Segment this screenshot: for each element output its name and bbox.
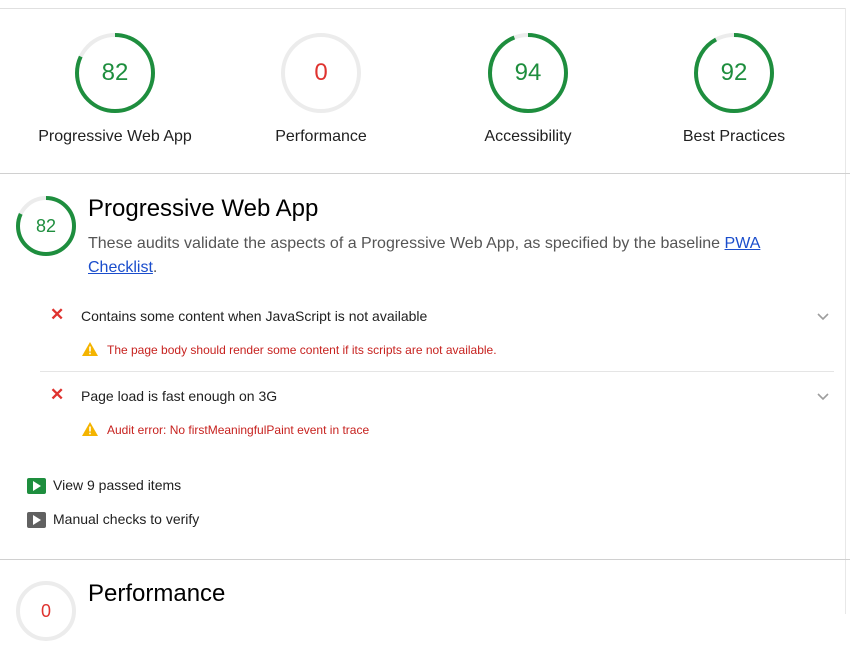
play-icon (27, 478, 46, 495)
audit-item[interactable]: ✕ Contains some content when JavaScript … (40, 305, 834, 365)
top-border (0, 8, 845, 9)
gauge-score: 0 (314, 59, 328, 86)
audit-warning-text: Audit error: No firstMeaningfulPaint eve… (107, 423, 370, 437)
play-icon (27, 512, 46, 529)
passed-items-label: View 9 passed items (53, 477, 182, 493)
gauge-score: 92 (720, 59, 748, 86)
manual-checks-label: Manual checks to verify (53, 511, 200, 527)
gauge-ring: 94 (487, 32, 569, 114)
section-divider (0, 173, 850, 174)
summary-gauge-accessibility[interactable]: 94 Accessibility (438, 32, 618, 146)
summary-gauge-performance[interactable]: 0 Performance (231, 32, 411, 146)
description-text: These audits validate the aspects of a P… (88, 235, 725, 252)
performance-category-title: Performance (88, 580, 226, 607)
chevron-down-icon[interactable] (816, 390, 830, 404)
gauge-score: 82 (101, 59, 129, 86)
right-border (845, 8, 846, 614)
summary-gauge-pwa[interactable]: 82 Progressive Web App (25, 32, 205, 146)
description-end: . (152, 259, 158, 276)
gauge-ring: 82 (74, 32, 156, 114)
warning-icon (82, 422, 98, 436)
gauge-ring: 0 (280, 32, 362, 114)
pwa-category-score: 82 (35, 216, 57, 236)
audit-separator (40, 371, 834, 372)
audit-item[interactable]: ✕ Page load is fast enough on 3G Audit e… (40, 385, 834, 445)
audit-title: Contains some content when JavaScript is… (81, 308, 428, 324)
fail-x-icon: ✕ (50, 305, 65, 324)
passed-items-toggle[interactable]: View 9 passed items (27, 477, 182, 495)
gauge-label: Progressive Web App (38, 128, 192, 145)
gauge-label: Performance (275, 128, 367, 145)
warning-icon (82, 342, 98, 356)
link-text-1: PWA (724, 235, 761, 252)
fail-x-icon: ✕ (50, 385, 65, 404)
link-text-2: Checklist (88, 259, 153, 276)
audit-title: Page load is fast enough on 3G (81, 388, 278, 404)
pwa-category-description: These audits validate the aspects of a P… (88, 232, 808, 280)
gauge-score: 94 (514, 59, 542, 86)
manual-checks-toggle[interactable]: Manual checks to verify (27, 511, 200, 529)
chevron-down-icon[interactable] (816, 310, 830, 324)
gauge-label: Best Practices (682, 128, 786, 145)
gauge-label: Accessibility (484, 128, 572, 145)
performance-category-score: 0 (40, 601, 51, 621)
audit-warning-text: The page body should render some content… (107, 343, 497, 357)
pwa-category-title: Progressive Web App (88, 195, 319, 222)
performance-category-gauge: 0 (15, 580, 77, 642)
pwa-category-gauge: 82 (15, 195, 77, 257)
section-divider (0, 559, 850, 560)
gauge-ring: 92 (693, 32, 775, 114)
summary-gauge-best-practices[interactable]: 92 Best Practices (644, 32, 824, 146)
